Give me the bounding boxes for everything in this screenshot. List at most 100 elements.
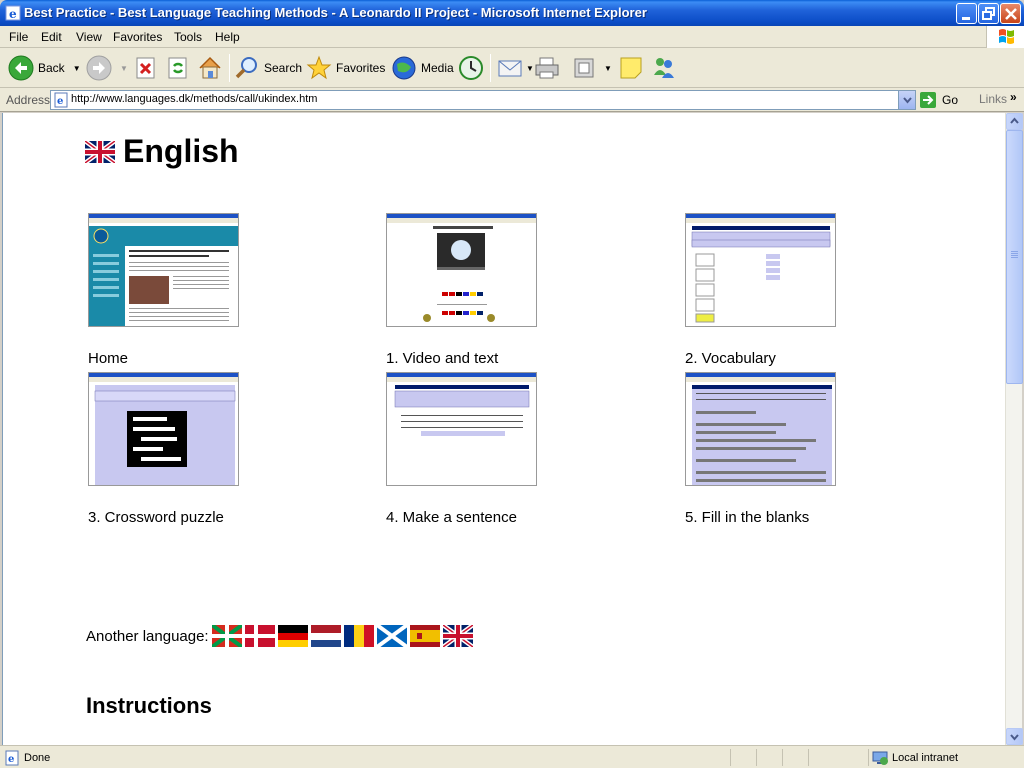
back-dropdown-icon[interactable]: ▼: [73, 64, 81, 73]
thumbnail-make-a-sentence[interactable]: [386, 372, 537, 486]
page-content: English Home 1. Video and text 2. Vocabu…: [2, 113, 1005, 745]
thumbnail-vocabulary[interactable]: [685, 213, 836, 327]
status-bar: e Done Local intranet: [0, 745, 1024, 768]
toolbar-separator: [490, 54, 491, 82]
mail-button[interactable]: ▼: [497, 54, 534, 82]
go-label: Go: [942, 93, 959, 107]
chevron-right-icon[interactable]: »: [1010, 90, 1017, 104]
stop-button[interactable]: [134, 54, 158, 82]
status-divider: [756, 749, 757, 766]
edit-page-icon: [574, 58, 594, 78]
discuss-button[interactable]: [618, 54, 644, 82]
local-intranet-icon: [872, 751, 888, 765]
close-button[interactable]: [1000, 3, 1021, 24]
status-done: e Done: [4, 750, 50, 766]
instructions-heading: Instructions: [86, 693, 212, 718]
back-button[interactable]: Back ▼: [8, 54, 81, 82]
media-icon: [392, 56, 416, 80]
internet-explorer-icon: e: [5, 5, 21, 21]
address-url: http://www.languages.dk/methods/call/uki…: [71, 93, 318, 105]
printer-icon: [535, 57, 559, 79]
thumbnail-crossword-puzzle[interactable]: [88, 372, 239, 486]
menu-file[interactable]: File: [9, 30, 28, 44]
scroll-thumb[interactable]: [1006, 130, 1023, 384]
forward-dropdown-icon[interactable]: ▼: [120, 64, 128, 73]
favorites-button[interactable]: Favorites: [306, 54, 385, 82]
thumbnail-fill-in-the-blanks[interactable]: [685, 372, 836, 486]
back-label: Back: [38, 61, 65, 75]
menu-tools[interactable]: Tools: [174, 30, 202, 44]
forward-button[interactable]: ▼: [86, 54, 128, 82]
star-icon: [306, 55, 332, 80]
links-label[interactable]: Links: [979, 92, 1007, 106]
history-button[interactable]: [458, 54, 484, 82]
stop-icon: [136, 57, 155, 79]
refresh-button[interactable]: [166, 54, 190, 82]
mail-dropdown-icon[interactable]: ▼: [526, 64, 534, 73]
danish-flag-icon[interactable]: [244, 625, 275, 647]
chevron-down-icon: [1010, 734, 1019, 741]
address-label: Address: [6, 93, 51, 107]
status-divider: [868, 749, 869, 766]
home-icon: [199, 56, 221, 79]
history-icon: [459, 56, 483, 80]
status-divider: [782, 749, 783, 766]
another-language-label: Another language:: [86, 627, 209, 645]
address-input[interactable]: e http://www.languages.dk/methods/call/u…: [50, 90, 916, 110]
menu-favorites[interactable]: Favorites: [113, 30, 162, 44]
restore-button[interactable]: [978, 3, 999, 24]
link-make-a-sentence[interactable]: 4. Make a sentence: [386, 509, 517, 526]
security-zone: Local intranet: [872, 750, 958, 766]
menu-help[interactable]: Help: [215, 30, 240, 44]
spanish-flag-icon[interactable]: [409, 625, 440, 647]
link-fill-in-the-blanks[interactable]: 5. Fill in the blanks: [685, 509, 809, 526]
zone-label: Local intranet: [892, 752, 959, 764]
german-flag-icon[interactable]: [277, 625, 308, 647]
basque-flag-icon[interactable]: [210, 623, 243, 649]
edit-dropdown-icon[interactable]: ▼: [604, 64, 612, 73]
messenger-icon: [654, 58, 674, 78]
link-home[interactable]: Home: [88, 350, 128, 367]
chevron-up-icon: [1010, 117, 1019, 124]
search-button[interactable]: Search: [234, 54, 302, 82]
title-bar: e Best Practice - Best Language Teaching…: [0, 0, 1024, 26]
another-language-row: Another language:: [86, 623, 476, 649]
menu-edit[interactable]: Edit: [41, 30, 62, 44]
page-icon: e: [54, 92, 68, 108]
uk-flag-icon[interactable]: [441, 623, 474, 649]
link-video-and-text[interactable]: 1. Video and text: [386, 350, 498, 367]
vertical-scrollbar[interactable]: [1005, 113, 1023, 745]
page-title: English: [85, 133, 239, 170]
status-text: Done: [24, 752, 51, 764]
go-button[interactable]: Go: [919, 91, 958, 109]
minimize-button[interactable]: [956, 3, 977, 24]
thumbnail-video-and-text[interactable]: [386, 213, 537, 327]
romanian-flag-icon[interactable]: [343, 625, 374, 647]
windows-logo-icon: [986, 26, 1024, 48]
mail-icon: [498, 60, 522, 77]
link-vocabulary[interactable]: 2. Vocabulary: [685, 350, 776, 367]
home-button[interactable]: [197, 54, 223, 82]
scottish-flag-icon[interactable]: [375, 623, 408, 649]
menu-view[interactable]: View: [76, 30, 102, 44]
status-divider: [808, 749, 809, 766]
menu-bar: File Edit View Favorites Tools Help: [0, 26, 1024, 48]
media-label: Media: [421, 61, 454, 75]
address-dropdown-button[interactable]: [898, 91, 915, 109]
heading-english: English: [123, 133, 239, 169]
messenger-button[interactable]: [651, 54, 677, 82]
media-button[interactable]: Media: [391, 54, 454, 82]
chevron-down-icon: [903, 97, 912, 104]
edit-button[interactable]: ▼: [571, 54, 612, 82]
scroll-down-button[interactable]: [1006, 728, 1023, 745]
print-button[interactable]: [534, 54, 560, 82]
status-divider: [730, 749, 731, 766]
dutch-flag-icon[interactable]: [310, 625, 341, 647]
page-icon: e: [5, 750, 19, 766]
svg-text:e: e: [8, 754, 14, 765]
scroll-up-button[interactable]: [1006, 113, 1023, 130]
thumbnail-home[interactable]: [88, 213, 239, 327]
link-crossword-puzzle[interactable]: 3. Crossword puzzle: [88, 509, 224, 526]
search-label: Search: [264, 61, 303, 75]
svg-text:e: e: [57, 96, 63, 107]
